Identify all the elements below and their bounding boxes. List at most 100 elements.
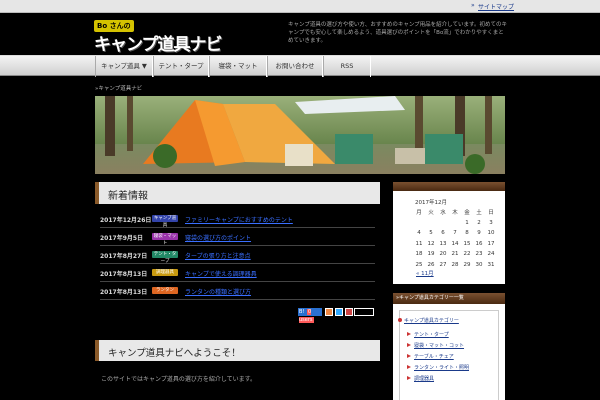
calendar-day: 1: [465, 219, 469, 226]
news-title-link[interactable]: 寝袋の選び方のポイント: [185, 233, 251, 242]
arrow-icon: »: [471, 2, 475, 9]
calendar-day: 8: [465, 230, 469, 237]
logo-title: キャンプ道具ナビ: [94, 35, 222, 55]
category-item[interactable]: 調理器具: [406, 375, 434, 382]
calendar-day: 17: [487, 240, 495, 247]
news-heading: 新着情報: [95, 182, 380, 204]
news-row[interactable]: 2017年12月26日 キャンプ道具 ファミリーキャンプにおすすめのテント: [100, 210, 375, 228]
news-title-link[interactable]: キャンプで使える調理器具: [185, 269, 257, 278]
calendar-day: [437, 218, 449, 229]
calendar-day: 31: [487, 261, 495, 268]
calendar-day: 11: [415, 240, 423, 247]
nav-item-sleeping[interactable]: 寝袋・マット: [209, 56, 267, 77]
bullet-icon: [398, 318, 402, 322]
weekday: 火: [428, 210, 434, 217]
calendar-day: 18: [415, 251, 423, 258]
sitemap-link[interactable]: サイトマップ: [478, 2, 514, 11]
hatena-bookmark-button[interactable]: B! 0 users: [298, 308, 322, 323]
calendar-day: [449, 218, 461, 229]
news-date: 2017年9月5日: [100, 235, 144, 242]
category-head-link[interactable]: キャンプ道具カテゴリー: [404, 317, 459, 324]
calendar-day: 28: [451, 261, 459, 268]
hatena-icon: B!: [299, 309, 305, 315]
calendar-day: [425, 218, 437, 229]
news-date: 2017年8月27日: [100, 253, 148, 260]
calendar-table: 月 火 水 木 金 土 日 1 2 3 4 5 6 7 8 9 10 11 12…: [413, 207, 497, 270]
weekday: 土: [476, 210, 482, 217]
calendar-day: 21: [451, 251, 459, 258]
category-widget-title: »キャンプ道具カテゴリー一覧: [393, 293, 505, 304]
breadcrumb[interactable]: »キャンプ道具ナビ: [95, 84, 142, 92]
calendar-day: 30: [475, 261, 483, 268]
calendar-day: 7: [453, 230, 457, 237]
weekday: 月: [416, 210, 422, 217]
category-widget: キャンプ道具カテゴリー テント・タープ 寝袋・マット・コット テーブル・チェア …: [393, 304, 505, 400]
global-nav: キャンプ道具 ▼ テント・タープ 寝袋・マット お問い合わせ RSS: [0, 55, 600, 77]
news-row[interactable]: 2017年9月5日 寝袋・マット 寝袋の選び方のポイント: [100, 228, 375, 246]
news-title-link[interactable]: ランタンの種類と選び方: [185, 287, 251, 296]
top-bar: » サイトマップ: [0, 0, 600, 13]
news-row[interactable]: 2017年8月13日 ランタン ランタンの種類と選び方: [100, 282, 375, 300]
category-item[interactable]: 寝袋・マット・コット: [406, 342, 464, 349]
calendar-day: 14: [451, 240, 459, 247]
welcome-heading-text: キャンプ道具ナビへようこそ！: [108, 348, 241, 359]
bookmark-icon[interactable]: [345, 308, 353, 316]
weekday: 木: [452, 210, 458, 217]
category-item[interactable]: テント・タープ: [407, 331, 449, 338]
nav-item-contact[interactable]: お問い合わせ: [267, 56, 323, 77]
weekday: 日: [488, 210, 494, 217]
calendar-day: 13: [439, 240, 447, 247]
weekday: 金: [464, 210, 470, 217]
calendar-day: 27: [439, 261, 447, 268]
news-date: 2017年8月13日: [100, 271, 148, 278]
tweet-icon[interactable]: [335, 308, 343, 316]
calendar-day: 22: [463, 251, 471, 258]
calendar-day: 5: [429, 230, 433, 237]
nav-item-tent[interactable]: テント・タープ: [153, 56, 209, 77]
calendar-day: 3: [489, 219, 493, 226]
category-list: キャンプ道具カテゴリー テント・タープ 寝袋・マット・コット テーブル・チェア …: [398, 310, 499, 400]
category-item[interactable]: ランタン・ライト・照明: [406, 364, 469, 371]
calendar-day: [413, 218, 425, 229]
news-title-link[interactable]: タープの張り方と注意点: [185, 251, 251, 260]
count-box: [354, 308, 374, 316]
news-row[interactable]: 2017年8月13日 調理器具 キャンプで使える調理器具: [100, 264, 375, 282]
category-badge[interactable]: キャンプ道具: [152, 215, 178, 228]
news-heading-text: 新着情報: [108, 191, 148, 202]
social-buttons: B! 0 users: [298, 307, 374, 323]
category-badge[interactable]: ランタン: [152, 287, 178, 294]
calendar-day: 24: [487, 251, 495, 258]
category-badge[interactable]: 寝袋・マット: [152, 233, 178, 246]
calendar-day: 19: [427, 251, 435, 258]
calendar-caption: 2017年12月: [415, 200, 447, 206]
calendar-widget: 2017年12月 月 火 水 木 金 土 日 1 2 3 4 5 6 7 8 9…: [393, 191, 505, 284]
calendar-day: 29: [463, 261, 471, 268]
hero-image: [95, 96, 505, 174]
nav-item-camp-gear[interactable]: キャンプ道具 ▼: [95, 56, 153, 77]
news-date: 2017年8月13日: [100, 289, 148, 296]
calendar-day: 6: [441, 230, 445, 237]
calendar-day: 15: [463, 240, 471, 247]
calendar-day: 10: [487, 230, 495, 237]
share-icon[interactable]: [325, 308, 333, 316]
category-badge[interactable]: テント・タープ: [152, 251, 178, 264]
category-item[interactable]: テーブル・チェア: [407, 353, 454, 360]
site-logo[interactable]: Bo さんの キャンプ道具ナビ: [94, 20, 222, 55]
calendar-prev-link[interactable]: « 11月: [416, 269, 434, 277]
welcome-heading: キャンプ道具ナビへようこそ！: [95, 340, 380, 361]
site-description: キャンプ道具の選び方や使い方、おすすめのキャンプ用品を紹介しています。初めてのキ…: [288, 22, 507, 44]
calendar-day: 16: [475, 240, 483, 247]
news-date: 2017年12月26日: [100, 217, 152, 224]
news-row[interactable]: 2017年8月27日 テント・タープ タープの張り方と注意点: [100, 246, 375, 264]
nav-item-rss[interactable]: RSS: [323, 56, 371, 77]
category-badge[interactable]: 調理器具: [152, 269, 178, 276]
news-title-link[interactable]: ファミリーキャンプにおすすめのテント: [185, 215, 293, 224]
calendar-header-bar: [393, 182, 505, 191]
calendar-day: 12: [427, 240, 435, 247]
calendar-day: 23: [475, 251, 483, 258]
welcome-intro: このサイトではキャンプ道具の選び方を紹介しています。: [101, 376, 257, 383]
calendar-day: 9: [477, 230, 481, 237]
calendar-day: 20: [439, 251, 447, 258]
weekday: 水: [440, 210, 446, 217]
calendar-day: 2: [477, 219, 481, 226]
